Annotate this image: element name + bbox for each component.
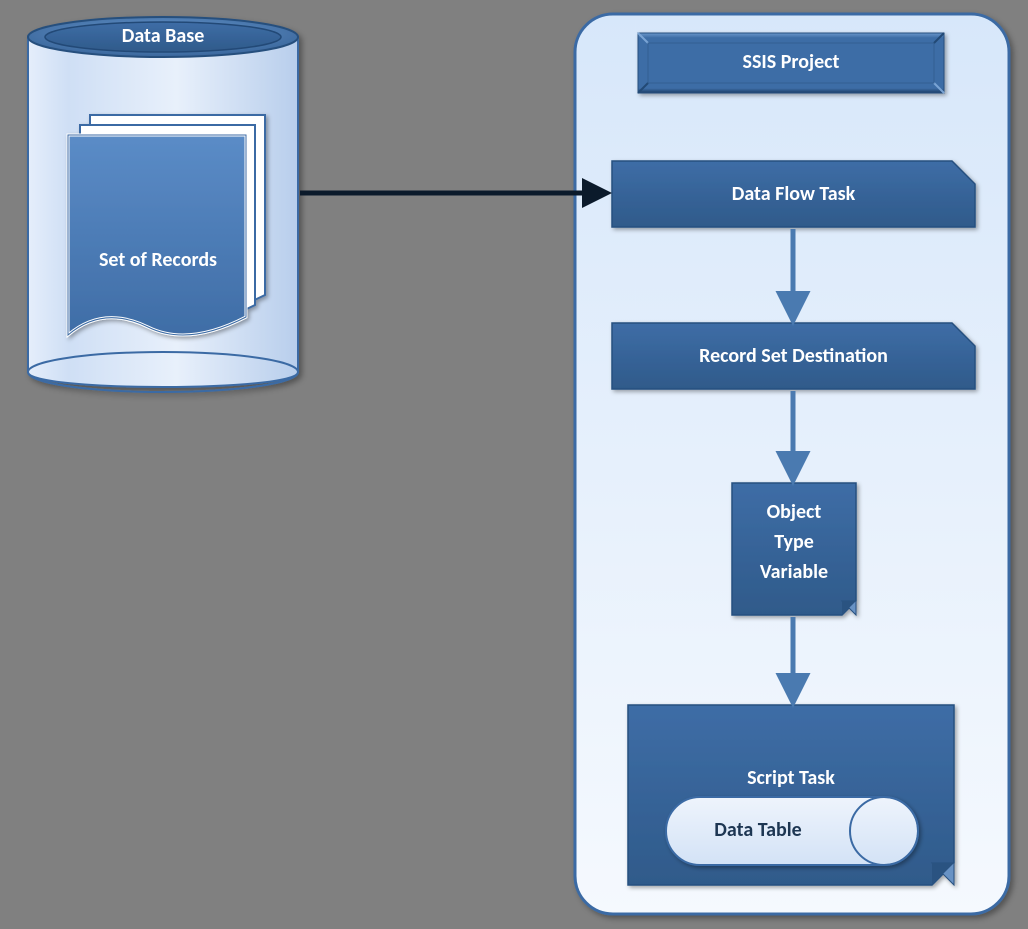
records-label: Set of Records [78, 248, 238, 272]
record-set-destination-label: Record Set Destination [612, 344, 975, 368]
object-variable-label-3: Variable [732, 560, 856, 584]
database-title: Data Base [45, 24, 281, 48]
script-task-label: Script Task [628, 766, 954, 790]
object-variable-label-1: Object [732, 500, 856, 524]
records-stack [68, 115, 265, 335]
object-variable-label-2: Type [732, 530, 856, 554]
data-flow-task-label: Data Flow Task [612, 182, 975, 206]
ssis-project-title: SSIS Project [638, 50, 944, 74]
data-table-label: Data Table [666, 818, 850, 842]
